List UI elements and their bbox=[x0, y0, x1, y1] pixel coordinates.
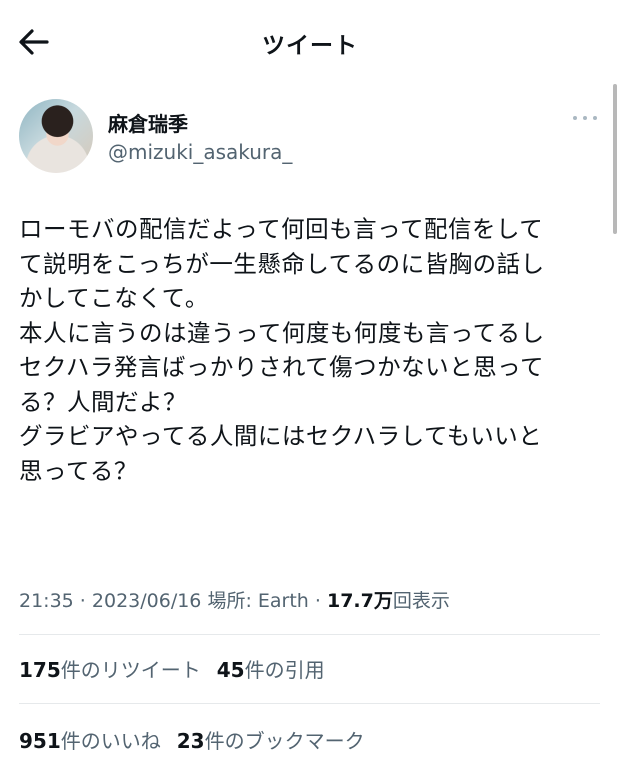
likes-count: 951 bbox=[19, 729, 61, 753]
separator-dot: · bbox=[73, 590, 92, 612]
tweet-line: セクハラ発言ばっかりされて傷つかないと思って bbox=[19, 353, 544, 381]
more-options-icon[interactable] bbox=[572, 112, 598, 124]
tweet-meta: 21:35 · 2023/06/16 場所: Earth · 17.7万回表示 bbox=[19, 586, 450, 613]
scrollbar[interactable] bbox=[613, 84, 617, 234]
retweets-label: 件のリツイート bbox=[60, 658, 201, 682]
tweet-time: 21:35 bbox=[19, 590, 74, 612]
views-label[interactable]: 回表示 bbox=[393, 590, 450, 612]
stats-row-2: 951件のいいね 23件のブックマーク bbox=[19, 725, 381, 754]
quotes-label: 件の引用 bbox=[244, 658, 325, 682]
tweet-line: 本人に言うのは違うって何度も何度も言ってるし bbox=[19, 318, 545, 347]
divider bbox=[19, 634, 600, 635]
tweet-line: 思ってる？ bbox=[19, 456, 138, 485]
page-title: ツイート bbox=[262, 33, 358, 59]
retweets-stat[interactable]: 175件のリツイート bbox=[19, 654, 201, 683]
quotes-count: 45 bbox=[216, 658, 245, 682]
likes-label: 件のいいね bbox=[60, 729, 161, 753]
tweet-text: ローモバの配信だよって何回も言って配信をして て説明をこっちが一生懸命してるのに皆… bbox=[19, 212, 609, 488]
bookmarks-stat[interactable]: 23件のブックマーク bbox=[177, 725, 365, 754]
tweet-location: 場所: Earth bbox=[201, 590, 309, 612]
bookmarks-count: 23 bbox=[176, 729, 205, 753]
views-count[interactable]: 17.7万 bbox=[327, 590, 393, 612]
divider bbox=[19, 703, 600, 704]
bookmarks-label: 件のブックマーク bbox=[204, 729, 365, 753]
likes-stat[interactable]: 951件のいいね bbox=[19, 725, 161, 754]
author-handle[interactable]: @mizuki_asakura_ bbox=[108, 140, 292, 164]
tweet-line: ローモバの配信だよって何回も言って配信をして bbox=[19, 215, 544, 243]
author-display-name[interactable]: 麻倉瑞季 bbox=[108, 108, 188, 137]
tweet-line: グラビアやってる人間にはセクハラしてもいいと bbox=[19, 422, 543, 450]
quotes-stat[interactable]: 45件の引用 bbox=[217, 654, 325, 683]
top-bar: ツイート bbox=[0, 0, 620, 84]
stats-row-1: 175件のリツイート 45件の引用 bbox=[19, 654, 341, 683]
tweet-line: て説明をこっちが一生懸命してるのに皆胸の話し bbox=[19, 249, 545, 278]
tweet-line: る？人間だよ？ bbox=[19, 387, 187, 416]
avatar[interactable] bbox=[19, 99, 93, 173]
tweet-date: 2023/06/16 bbox=[91, 590, 202, 612]
separator-dot: · bbox=[308, 590, 327, 612]
tweet-line: かしてこなくて。 bbox=[19, 284, 209, 312]
retweets-count: 175 bbox=[19, 658, 61, 682]
